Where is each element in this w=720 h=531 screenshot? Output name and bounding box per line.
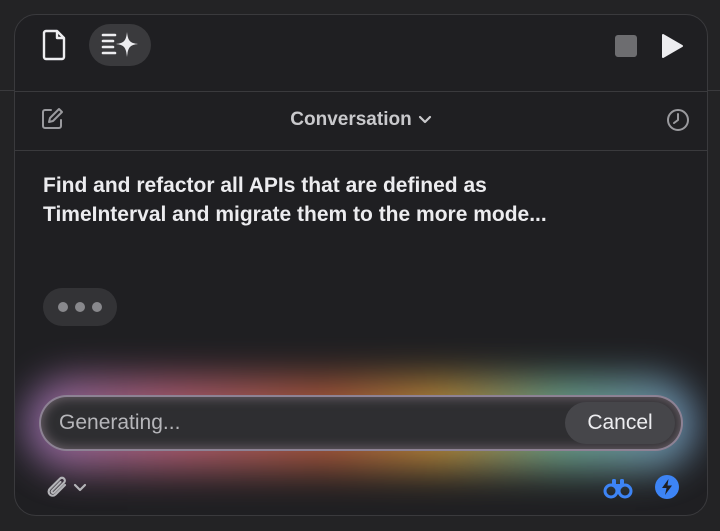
chevron-down-icon [418,115,431,124]
history-icon [667,109,689,131]
binoculars-icon [603,479,633,499]
chevron-down-icon [73,483,87,492]
compose-icon [42,108,63,129]
quick-action-button[interactable] [653,473,681,501]
conversation-selector[interactable]: Conversation [275,106,447,134]
generating-status: Generating... [59,411,181,434]
conversation-title: Conversation [290,109,412,130]
ai-assistant-button[interactable] [89,24,151,66]
run-button[interactable] [657,31,687,61]
stop-button[interactable] [613,33,639,59]
typing-dot [58,302,68,312]
document-button[interactable] [37,27,73,63]
typing-indicator [43,288,117,326]
sparkle-text-icon [101,32,138,57]
cancel-button[interactable]: Cancel [565,402,675,444]
new-conversation-button[interactable] [39,106,65,132]
paperclip-icon [47,476,67,497]
typing-dot [92,302,102,312]
stop-icon [615,35,637,57]
assistant-panel: Conversation Find and refactor all APIs … [14,14,708,516]
typing-dot [75,302,85,312]
user-prompt-message: Find and refactor all APIs that are defi… [43,174,547,226]
document-icon [42,29,66,61]
play-icon [662,34,683,58]
bolt-icon [655,475,679,499]
history-button[interactable] [665,107,691,133]
prompt-input[interactable]: Generating... Cancel [39,395,683,451]
top-toolbar [15,15,707,91]
conversation-header: Conversation [15,91,707,151]
search-codebase-button[interactable] [603,473,633,503]
attach-button[interactable] [39,473,91,503]
